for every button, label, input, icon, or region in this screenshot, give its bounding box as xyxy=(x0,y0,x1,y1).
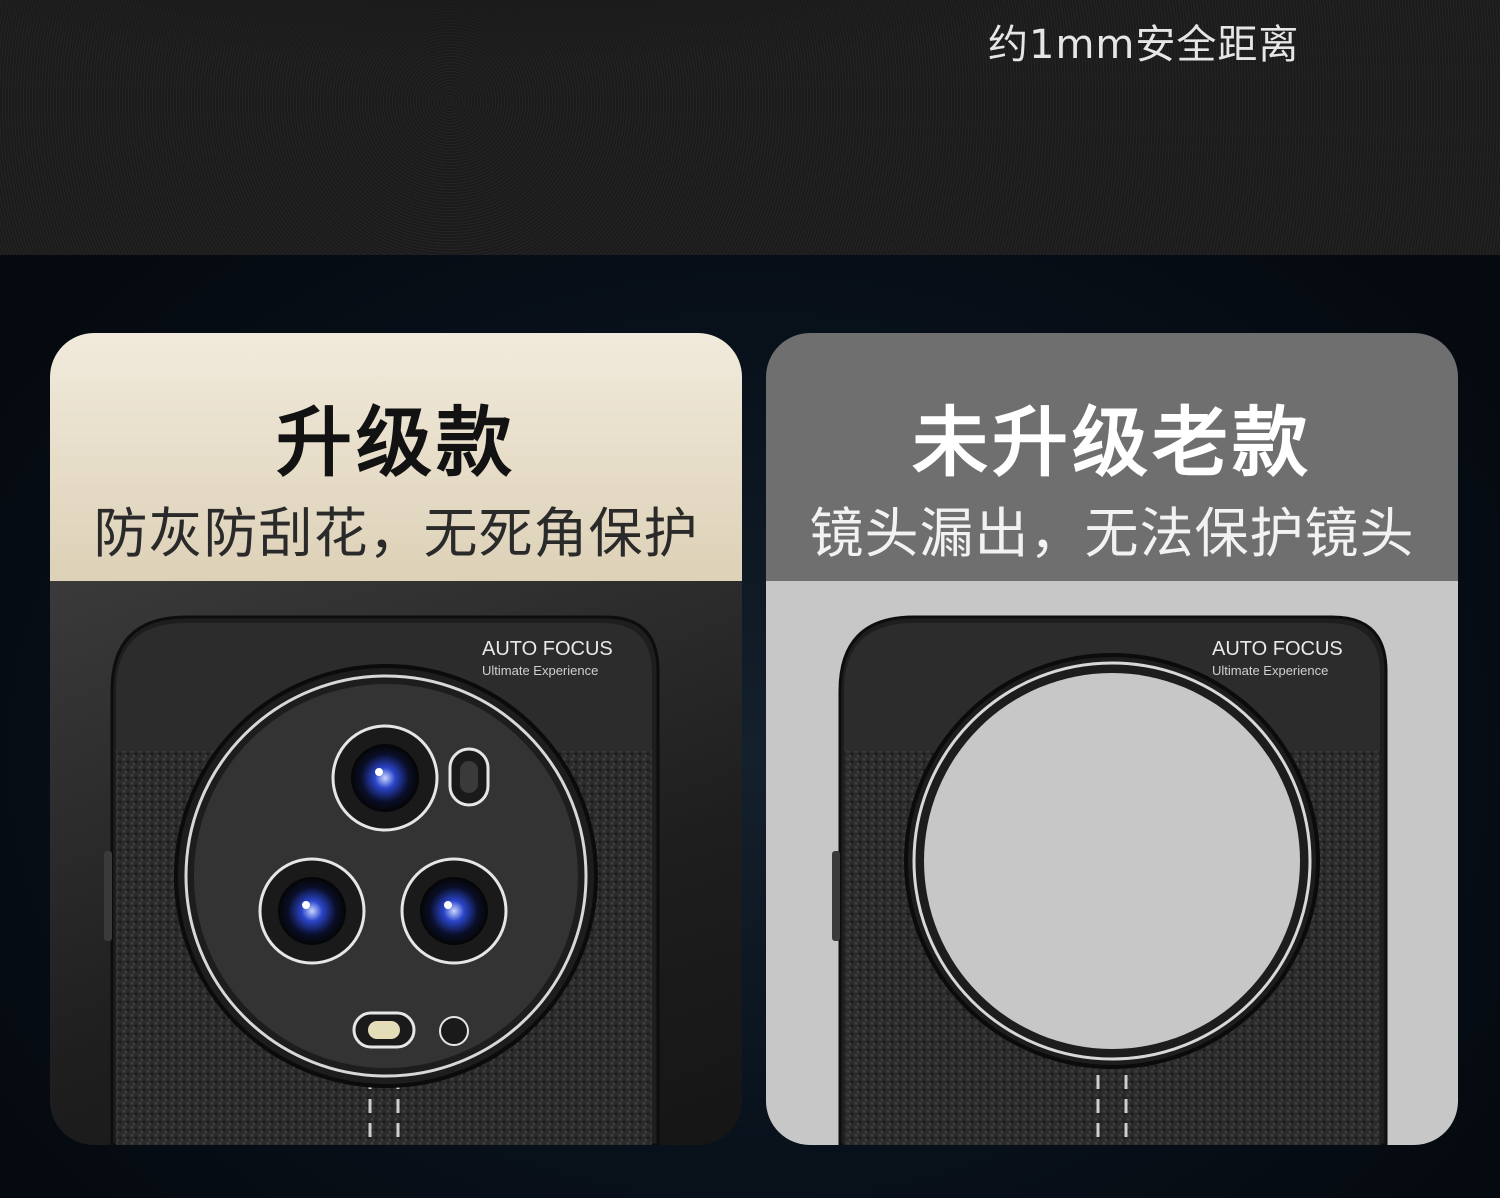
upgraded-card-header: 升级款 防灰防刮花，无死角保护 xyxy=(50,333,742,581)
safety-distance-caption: 约1mm安全距离 xyxy=(988,22,1300,68)
top-texture-band: 约1mm安全距离 xyxy=(0,0,1500,255)
brand-line-1: AUTO FOCUS xyxy=(482,638,613,660)
lens-left xyxy=(258,857,366,965)
upgraded-title: 升级款 xyxy=(276,398,516,487)
lens-right xyxy=(400,857,508,965)
old-card-header: 未升级老款 镜头漏出，无法保护镜头 xyxy=(766,333,1458,581)
product-comparison-page: 约1mm安全距离 升级款 防灰防刮花，无死角保护 AUTO FOCUS Ulti… xyxy=(0,0,1500,1198)
brand-line-1: AUTO FOCUS xyxy=(1212,638,1343,660)
lens-top xyxy=(331,724,439,832)
old-card: 未升级老款 镜头漏出，无法保护镜头 AUTO FOCUS Ultimate Ex… xyxy=(766,333,1458,1145)
old-card-image: AUTO FOCUS Ultimate Experience xyxy=(766,581,1458,1145)
brand-line-2: Ultimate Experience xyxy=(1212,663,1328,678)
upgraded-card-image: AUTO FOCUS Ultimate Experience xyxy=(50,581,742,1145)
old-title: 未升级老款 xyxy=(912,398,1312,487)
upgraded-subtitle: 防灰防刮花，无死角保护 xyxy=(93,502,699,565)
old-phone-case-image: AUTO FOCUS Ultimate Experience xyxy=(832,615,1388,1145)
upgraded-card: 升级款 防灰防刮花，无死角保护 AUTO FOCUS Ultimate Expe… xyxy=(50,333,742,1145)
brand-line-2: Ultimate Experience xyxy=(482,663,598,678)
old-subtitle: 镜头漏出，无法保护镜头 xyxy=(809,502,1415,565)
upgraded-phone-case-image: AUTO FOCUS Ultimate Experience xyxy=(104,615,660,1145)
